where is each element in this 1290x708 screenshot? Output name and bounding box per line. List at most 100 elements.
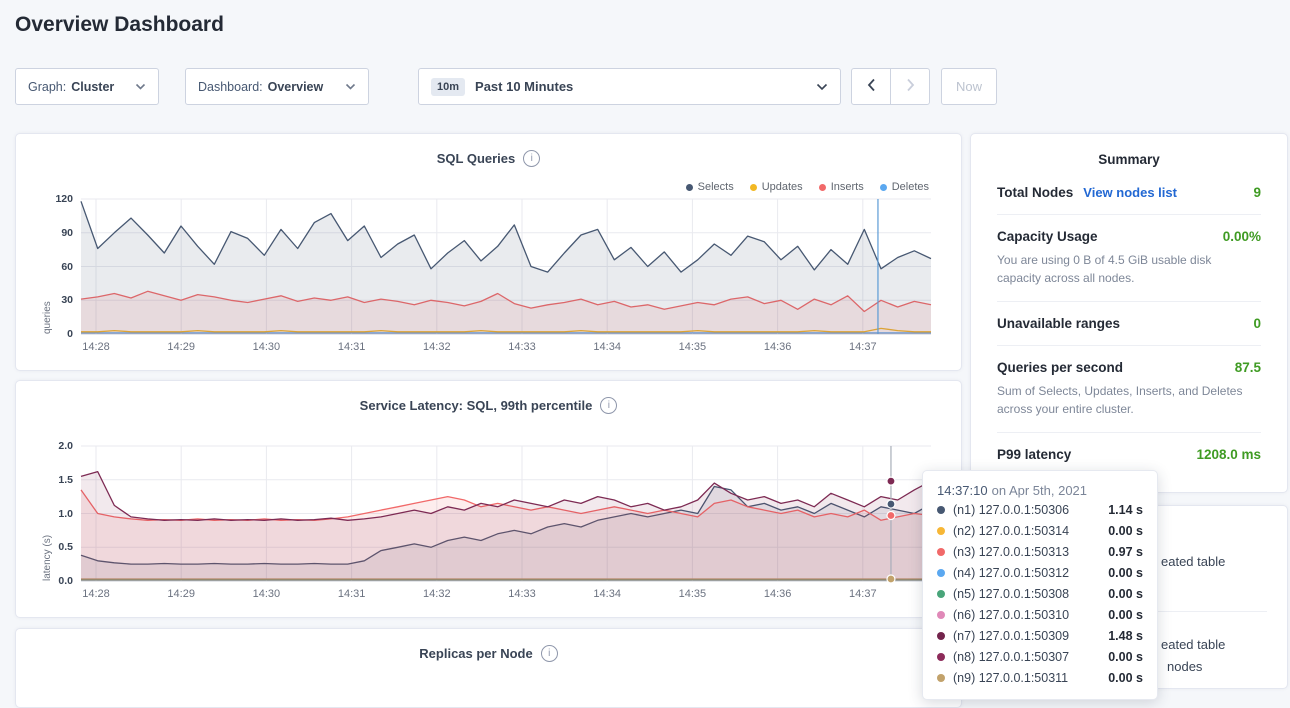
chart-hover-tooltip: 14:37:10 on Apr 5th, 2021 (n1) 127.0.0.1:… xyxy=(922,470,1158,700)
node-value: 1.14 s xyxy=(1108,503,1143,517)
chevron-down-icon xyxy=(125,83,146,90)
tooltip-row: (n1) 127.0.0.1:50306 1.14 s xyxy=(937,501,1143,519)
tooltip-date: on Apr 5th, 2021 xyxy=(992,483,1087,498)
summary-title: Summary xyxy=(971,134,1287,171)
time-prev-button[interactable] xyxy=(851,68,891,105)
node-label: (n6) 127.0.0.1:50310 xyxy=(953,608,1069,622)
series-dot-icon xyxy=(937,674,945,682)
tooltip-time: 14:37:10 xyxy=(937,483,988,498)
chart-title-text: SQL Queries xyxy=(437,151,516,166)
summary-row-queries-per-second: Queries per second 87.5 Sum of Selects, … xyxy=(997,345,1261,432)
node-value: 1.48 s xyxy=(1108,629,1143,643)
event-item[interactable]: eated table xyxy=(1161,554,1225,569)
sql-queries-plot-area[interactable]: 030609012014:2814:2914:3014:3114:3214:33… xyxy=(81,199,931,334)
chevron-down-icon xyxy=(806,83,828,91)
tooltip-timestamp: 14:37:10 on Apr 5th, 2021 xyxy=(937,483,1143,498)
series-dot-icon xyxy=(937,590,945,598)
service-latency-chart-card: Service Latency: SQL, 99th percentile la… xyxy=(15,380,962,618)
legend-label: Inserts xyxy=(831,181,864,193)
summary-label: Unavailable ranges xyxy=(997,316,1120,331)
node-label: (n9) 127.0.0.1:50311 xyxy=(953,671,1068,685)
legend-item-deletes[interactable]: Deletes xyxy=(880,181,929,193)
dashboard-dropdown[interactable]: Dashboard: Overview xyxy=(185,68,369,105)
page-title: Overview Dashboard xyxy=(15,13,224,37)
sql-queries-chart-card: SQL Queries Selects Updates Inserts Dele… xyxy=(15,133,962,371)
now-button[interactable]: Now xyxy=(941,68,997,105)
series-dot-icon xyxy=(937,527,945,535)
graph-dropdown[interactable]: Graph: Cluster xyxy=(15,68,159,105)
series-dot-icon xyxy=(937,632,945,640)
chevron-down-icon xyxy=(335,83,356,90)
summary-value: 1208.0 ms xyxy=(1196,447,1261,462)
time-range-label: Past 10 Minutes xyxy=(475,79,573,94)
tooltip-row: (n8) 127.0.0.1:503070.00 s xyxy=(937,648,1143,666)
summary-panel: Summary Total Nodes View nodes list 9 Ca… xyxy=(970,133,1288,493)
summary-row-unavailable-ranges: Unavailable ranges 0 xyxy=(997,301,1261,345)
time-range-picker[interactable]: 10m Past 10 Minutes xyxy=(418,68,841,105)
info-icon[interactable] xyxy=(600,397,617,414)
chart-title: Replicas per Node xyxy=(16,645,961,662)
chevron-left-icon xyxy=(867,78,876,95)
node-value: 0.00 s xyxy=(1108,566,1143,580)
node-value: 0.97 s xyxy=(1108,545,1143,559)
tooltip-row: (n3) 127.0.0.1:50313 0.97 s xyxy=(937,543,1143,561)
info-icon[interactable] xyxy=(523,150,540,167)
tooltip-row: (n2) 127.0.0.1:50314 0.00 s xyxy=(937,522,1143,540)
summary-label: Capacity Usage xyxy=(997,229,1098,244)
node-label: (n7) 127.0.0.1:50309 xyxy=(953,629,1069,643)
overview-dashboard-page: Overview Dashboard Graph: Cluster Dashbo… xyxy=(0,0,1290,689)
chart-title: Service Latency: SQL, 99th percentile xyxy=(16,397,961,414)
legend-item-updates[interactable]: Updates xyxy=(750,181,803,193)
legend-label: Updates xyxy=(762,181,803,193)
legend-item-inserts[interactable]: Inserts xyxy=(819,181,864,193)
summary-description: Sum of Selects, Updates, Inserts, and De… xyxy=(997,382,1247,418)
summary-row-total-nodes: Total Nodes View nodes list 9 xyxy=(997,171,1261,214)
node-label: (n5) 127.0.0.1:50308 xyxy=(953,587,1069,601)
series-dot-icon xyxy=(937,653,945,661)
series-dot-icon xyxy=(750,184,757,191)
tooltip-row: (n5) 127.0.0.1:503080.00 s xyxy=(937,585,1143,603)
tooltip-row: (n7) 127.0.0.1:50309 1.48 s xyxy=(937,627,1143,645)
node-label: (n3) 127.0.0.1:50313 xyxy=(953,545,1069,559)
node-label: (n4) 127.0.0.1:50312 xyxy=(953,566,1069,580)
series-dot-icon xyxy=(880,184,887,191)
tooltip-row: (n9) 127.0.0.1:50311 0.00 s xyxy=(937,669,1143,687)
tooltip-row: (n4) 127.0.0.1:50312 0.00 s xyxy=(937,564,1143,582)
summary-label: Queries per second xyxy=(997,360,1123,375)
chart-title-text: Service Latency: SQL, 99th percentile xyxy=(360,398,593,413)
node-value: 0.00 s xyxy=(1108,524,1143,538)
summary-value: 9 xyxy=(1253,185,1261,200)
graph-dropdown-value: Cluster xyxy=(71,80,114,94)
summary-label: Total Nodes xyxy=(997,185,1073,200)
legend-label: Selects xyxy=(698,181,734,193)
node-value: 0.00 s xyxy=(1108,671,1143,685)
view-nodes-list-link[interactable]: View nodes list xyxy=(1083,185,1177,200)
info-icon[interactable] xyxy=(541,645,558,662)
legend-item-selects[interactable]: Selects xyxy=(686,181,734,193)
series-dot-icon xyxy=(937,506,945,514)
summary-row-capacity-usage: Capacity Usage 0.00% You are using 0 B o… xyxy=(997,214,1261,301)
summary-value: 0.00% xyxy=(1223,229,1261,244)
tooltip-row: (n6) 127.0.0.1:50310 0.00 s xyxy=(937,606,1143,624)
node-label: (n2) 127.0.0.1:50314 xyxy=(953,524,1069,538)
summary-value: 0 xyxy=(1253,316,1261,331)
chevron-right-icon xyxy=(906,78,915,95)
series-dot-icon xyxy=(686,184,693,191)
dashboard-dropdown-value: Overview xyxy=(268,80,324,94)
time-next-button[interactable] xyxy=(890,68,930,105)
chart-title-text: Replicas per Node xyxy=(419,646,532,661)
node-value: 0.00 s xyxy=(1108,608,1143,622)
series-dot-icon xyxy=(819,184,826,191)
summary-description: You are using 0 B of 4.5 GiB usable disk… xyxy=(997,251,1247,287)
node-label: (n1) 127.0.0.1:50306 xyxy=(953,503,1069,517)
service-latency-plot-area[interactable]: 0.00.51.01.52.014:2814:2914:3014:3114:32… xyxy=(81,446,931,581)
replicas-per-node-chart-card: Replicas per Node xyxy=(15,628,962,708)
node-value: 0.00 s xyxy=(1108,650,1143,664)
chart-legend: Selects Updates Inserts Deletes xyxy=(686,181,929,193)
series-dot-icon xyxy=(937,548,945,556)
summary-value: 87.5 xyxy=(1235,360,1261,375)
graph-dropdown-label: Graph: xyxy=(28,80,66,94)
event-item[interactable]: nodes xyxy=(1167,659,1202,674)
event-item[interactable]: eated table xyxy=(1161,637,1225,652)
chart-title: SQL Queries xyxy=(16,150,961,167)
